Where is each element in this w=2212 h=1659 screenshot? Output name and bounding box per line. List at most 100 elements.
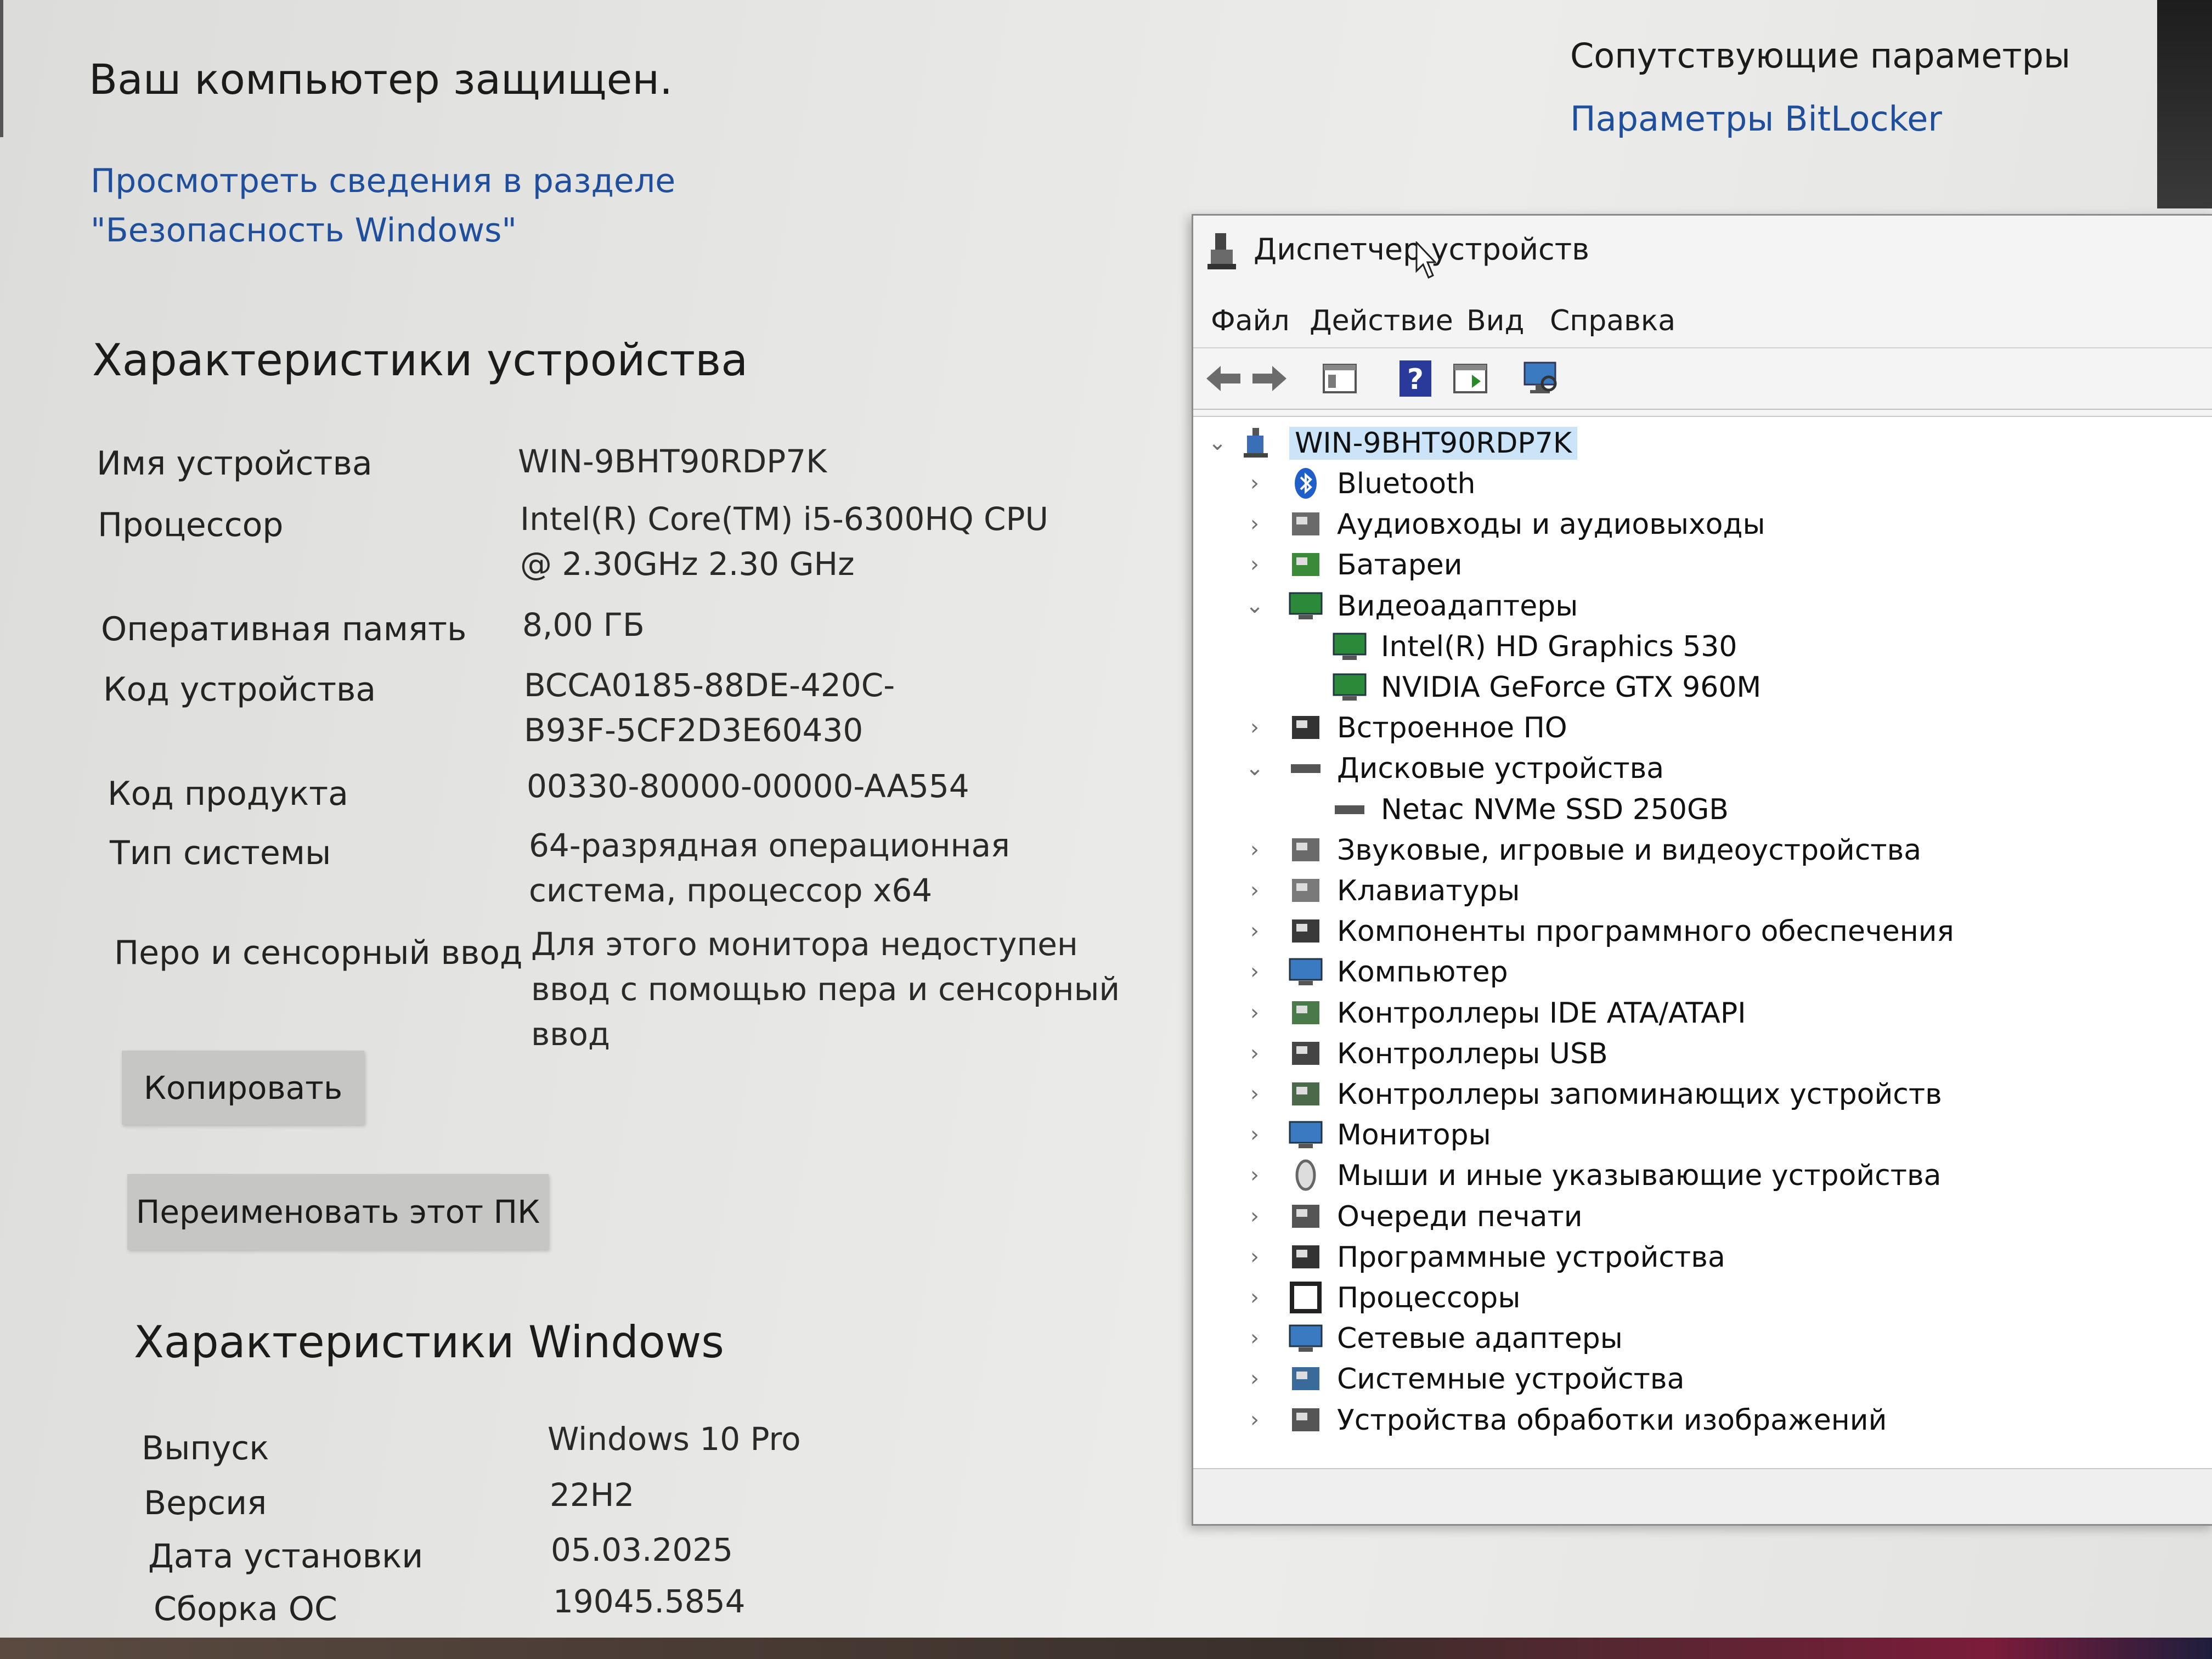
chevron-right-icon[interactable]: › bbox=[1244, 951, 1266, 992]
software-device-icon bbox=[1292, 1245, 1319, 1268]
window-edge bbox=[0, 0, 3, 137]
usb-icon bbox=[1292, 1041, 1319, 1065]
tree-item[interactable]: › Мыши и иные указывающие устройства bbox=[1193, 1155, 2181, 1195]
spec-label: Версия bbox=[144, 1484, 267, 1522]
chevron-right-icon[interactable]: › bbox=[1244, 707, 1266, 748]
spec-value: 00330-80000-00000-AA554 bbox=[527, 768, 969, 805]
spec-value: BCCA0185-88DE-420C-B93F-5CF2D3E60430 bbox=[524, 667, 895, 749]
tree-item-label: Встроенное ПО bbox=[1337, 712, 1567, 745]
spec-value: 19045.5854 bbox=[553, 1583, 746, 1620]
tree-item[interactable]: › Процессоры bbox=[1193, 1277, 2181, 1318]
tree-item[interactable]: › Контроллеры IDE ATA/ATAPI bbox=[1193, 992, 2181, 1033]
chevron-right-icon[interactable]: › bbox=[1244, 1237, 1266, 1277]
tree-item[interactable]: › Звуковые, игровые и видеоустройства bbox=[1193, 830, 2181, 870]
tree-item[interactable]: › Компоненты программного обеспечения bbox=[1193, 911, 2181, 951]
tree-item-label: Intel(R) HD Graphics 530 bbox=[1381, 630, 1737, 663]
tree-item[interactable]: ⌄ Дисковые устройства bbox=[1193, 748, 2181, 788]
tree-item[interactable]: › Контроллеры USB bbox=[1193, 1033, 2181, 1074]
tree-item[interactable]: › Программные устройства bbox=[1193, 1237, 2181, 1277]
spec-label: Процессор bbox=[98, 506, 284, 544]
disk-drive-icon bbox=[1335, 805, 1364, 814]
bitlocker-settings-link[interactable]: Параметры BitLocker bbox=[1570, 99, 1942, 139]
chevron-down-icon[interactable]: ⌄ bbox=[1244, 585, 1266, 626]
chevron-right-icon[interactable]: › bbox=[1244, 1196, 1266, 1237]
spec-value: Для этого монитора недоступен ввод с пом… bbox=[531, 926, 1120, 1053]
status-bar bbox=[1193, 1468, 2212, 1524]
spec-value: 8,00 ГБ bbox=[522, 606, 645, 644]
chevron-right-icon[interactable]: › bbox=[1244, 544, 1266, 585]
chevron-right-icon[interactable]: › bbox=[1244, 870, 1266, 911]
bluetooth-icon bbox=[1295, 468, 1317, 499]
tree-item[interactable]: Intel(R) HD Graphics 530 bbox=[1237, 626, 2181, 667]
mouse-icon bbox=[1295, 1159, 1316, 1191]
tree-item[interactable]: › Батареи bbox=[1193, 544, 2181, 585]
printer-icon bbox=[1292, 1204, 1319, 1228]
tree-item[interactable]: › Контроллеры запоминающих устройств bbox=[1193, 1074, 2181, 1114]
tree-item-label: Клавиатуры bbox=[1337, 874, 1520, 907]
help-icon[interactable]: ? bbox=[1395, 358, 1436, 399]
device-manager-window[interactable]: Диспетчер устройств Файл Действие Вид Сп… bbox=[1192, 214, 2212, 1526]
monitor-icon bbox=[1289, 1121, 1323, 1149]
menu-file[interactable]: Файл bbox=[1211, 304, 1290, 337]
chevron-down-icon[interactable]: ⌄ bbox=[1244, 748, 1266, 788]
spec-value: 05.03.2025 bbox=[551, 1531, 733, 1568]
tree-item[interactable]: › Сетевые адаптеры bbox=[1193, 1318, 2181, 1358]
chevron-down-icon[interactable]: ⌄ bbox=[1206, 422, 1228, 463]
tree-item[interactable]: › Мониторы bbox=[1193, 1114, 2181, 1155]
chevron-right-icon[interactable]: › bbox=[1244, 504, 1266, 544]
title-bar[interactable]: Диспетчер устройств bbox=[1193, 216, 2212, 292]
chevron-right-icon[interactable]: › bbox=[1244, 1318, 1266, 1358]
menu-help[interactable]: Справка bbox=[1550, 304, 1675, 337]
chevron-right-icon[interactable]: › bbox=[1244, 911, 1266, 951]
properties-icon[interactable] bbox=[1319, 358, 1360, 399]
chevron-right-icon[interactable]: › bbox=[1244, 1277, 1266, 1318]
spec-label: Код продукта bbox=[108, 775, 348, 813]
tree-item[interactable]: › Очереди печати bbox=[1193, 1196, 2181, 1237]
tree-item[interactable]: › Системные устройства bbox=[1193, 1358, 2181, 1399]
tree-item-label: Устройства обработки изображений bbox=[1337, 1403, 1887, 1437]
spec-label: Дата установки bbox=[148, 1537, 424, 1576]
chevron-right-icon[interactable]: › bbox=[1244, 463, 1266, 504]
chevron-right-icon[interactable]: › bbox=[1244, 1358, 1266, 1399]
tree-root[interactable]: ⌄ WIN-9BHT90RDP7K bbox=[1193, 422, 1687, 463]
chevron-right-icon[interactable]: › bbox=[1244, 1033, 1266, 1074]
tree-item[interactable]: ⌄ Видеоадаптеры bbox=[1193, 585, 2181, 626]
spec-label: Имя устройства bbox=[97, 444, 373, 483]
menu-action[interactable]: Действие bbox=[1310, 304, 1453, 337]
imaging-device-icon bbox=[1292, 1408, 1319, 1431]
forward-arrow-icon[interactable] bbox=[1249, 358, 1290, 399]
tree-item[interactable]: › Bluetooth bbox=[1193, 463, 2181, 504]
update-driver-icon[interactable] bbox=[1450, 358, 1491, 399]
scan-hardware-icon[interactable] bbox=[1521, 358, 1562, 399]
tree-item[interactable]: › Аудиовходы и аудиовыходы bbox=[1193, 504, 2181, 544]
chevron-right-icon[interactable]: › bbox=[1244, 1400, 1266, 1440]
computer-root-icon bbox=[1244, 428, 1268, 458]
spec-label: Перо и сенсорный ввод bbox=[114, 934, 523, 972]
display-adapter-icon bbox=[1333, 633, 1367, 660]
tree-item[interactable]: › Устройства обработки изображений bbox=[1193, 1400, 2181, 1440]
tree-item-label: Видеоадаптеры bbox=[1337, 589, 1578, 623]
chevron-right-icon[interactable]: › bbox=[1244, 1114, 1266, 1155]
taskbar-edge bbox=[0, 1638, 2212, 1659]
tree-item[interactable]: › Компьютер bbox=[1193, 951, 2181, 992]
system-device-icon bbox=[1292, 1367, 1319, 1391]
chevron-right-icon[interactable]: › bbox=[1244, 1074, 1266, 1114]
spec-value: 64-разрядная операционная система, проце… bbox=[529, 827, 1010, 909]
back-arrow-icon[interactable] bbox=[1203, 358, 1244, 399]
related-settings-title: Сопутствующие параметры bbox=[1570, 36, 2070, 76]
tree-item-label: Звуковые, игровые и видеоустройства bbox=[1337, 833, 1922, 867]
rename-pc-button[interactable]: Переименовать этот ПК bbox=[127, 1174, 549, 1250]
windows-security-link[interactable]: Просмотреть сведения в разделе "Безопасн… bbox=[91, 156, 902, 255]
tree-item[interactable]: Netac NVMe SSD 250GB bbox=[1237, 789, 2181, 830]
display-adapter-icon bbox=[1289, 592, 1323, 619]
tree-item[interactable]: NVIDIA GeForce GTX 960M bbox=[1237, 667, 2181, 707]
svg-text:?: ? bbox=[1407, 363, 1424, 396]
chevron-right-icon[interactable]: › bbox=[1244, 992, 1266, 1033]
chevron-right-icon[interactable]: › bbox=[1244, 830, 1266, 870]
tree-item-label: Батареи bbox=[1337, 549, 1463, 582]
chevron-right-icon[interactable]: › bbox=[1244, 1155, 1266, 1195]
menu-view[interactable]: Вид bbox=[1466, 304, 1524, 337]
tree-item[interactable]: › Клавиатуры bbox=[1193, 870, 2181, 911]
copy-button[interactable]: Копировать bbox=[122, 1051, 364, 1125]
tree-item[interactable]: › Встроенное ПО bbox=[1193, 707, 2181, 748]
